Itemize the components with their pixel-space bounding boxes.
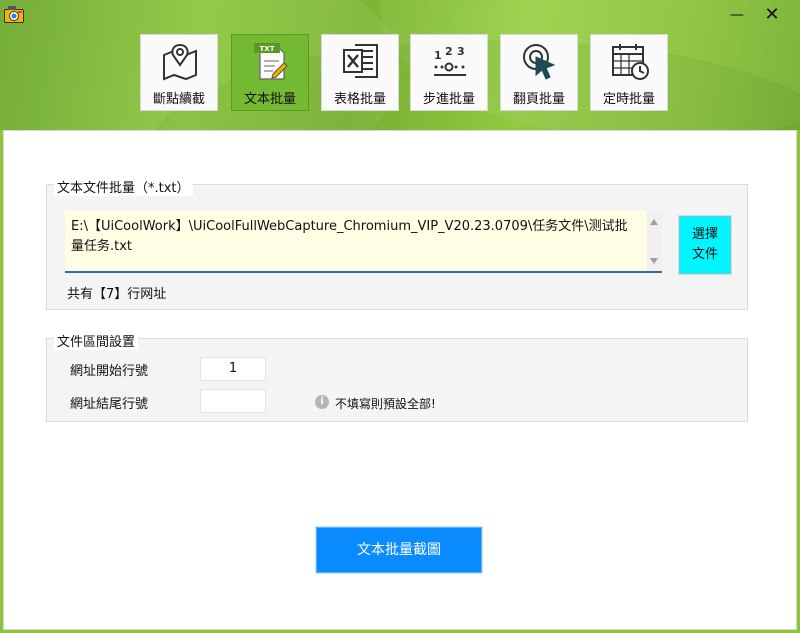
svg-text:3: 3 (457, 45, 465, 58)
tab-label: 步進批量 (422, 92, 475, 107)
txt-file-icon: TXT (254, 43, 288, 80)
end-line-hint: 不填寫則預設全部! (335, 397, 436, 411)
tab-label: 翻頁批量 (512, 92, 565, 107)
tab-label: 表格批量 (333, 92, 386, 107)
tab-label: 斷點續截 (152, 92, 205, 107)
select-file-label: 選擇 文件 (691, 227, 718, 262)
step-numbers-icon: 1 2 3 (434, 45, 466, 76)
map-pin-icon (163, 43, 197, 81)
scroll-up-icon[interactable] (650, 219, 658, 225)
range-settings-title: 文件區間設置 (54, 331, 139, 350)
tab-text-batch[interactable]: TXT 文本批量 (231, 34, 309, 111)
tab-step-batch[interactable]: 1 2 3 步進批量 (410, 34, 488, 111)
svg-text:1: 1 (434, 49, 442, 62)
close-button[interactable]: ✕ (760, 4, 784, 26)
text-file-group-title: 文本文件批量（*.txt） (54, 177, 193, 196)
minimize-button[interactable]: — (725, 4, 749, 26)
svg-text:TXT: TXT (260, 45, 275, 53)
path-scrollbar[interactable] (647, 211, 662, 271)
svg-text:2: 2 (445, 45, 453, 58)
camera-app-icon (4, 6, 24, 23)
tab-label: 文本批量 (243, 92, 296, 107)
tab-page-batch[interactable]: 翻頁批量 (500, 34, 578, 111)
file-path-field[interactable]: E:\【UiCoolWork】\UiCoolFullWebCapture_Chr… (65, 211, 662, 273)
excel-icon (343, 44, 378, 78)
header-banner: — ✕ 斷點續截 TXT 文本批量 表格批量 1 2 3 步進批量 翻頁批量 定… (0, 0, 800, 130)
tab-table-batch[interactable]: 表格批量 (321, 34, 399, 111)
url-count-text: 共有【7】行网址 (67, 287, 167, 302)
select-file-button[interactable]: 選擇 文件 (679, 216, 731, 274)
calendar-clock-icon (612, 44, 649, 80)
info-icon: i (315, 395, 329, 409)
end-line-input[interactable] (200, 389, 266, 413)
main-panel: 文本文件批量（*.txt） E:\【UiCoolWork】\UiCoolFull… (3, 130, 797, 630)
scroll-down-icon[interactable] (650, 258, 658, 264)
start-text-batch-capture-button[interactable]: 文本批量截圖 (316, 527, 482, 573)
tab-label: 定時批量 (602, 92, 655, 107)
start-line-input[interactable]: 1 (200, 357, 266, 381)
tab-timed-batch[interactable]: 定時批量 (590, 34, 668, 111)
start-line-label: 網址開始行號 (70, 364, 149, 379)
end-line-label: 網址結尾行號 (70, 397, 149, 412)
cursor-click-icon (523, 44, 556, 80)
tab-resume-capture[interactable]: 斷點續截 (140, 34, 218, 111)
